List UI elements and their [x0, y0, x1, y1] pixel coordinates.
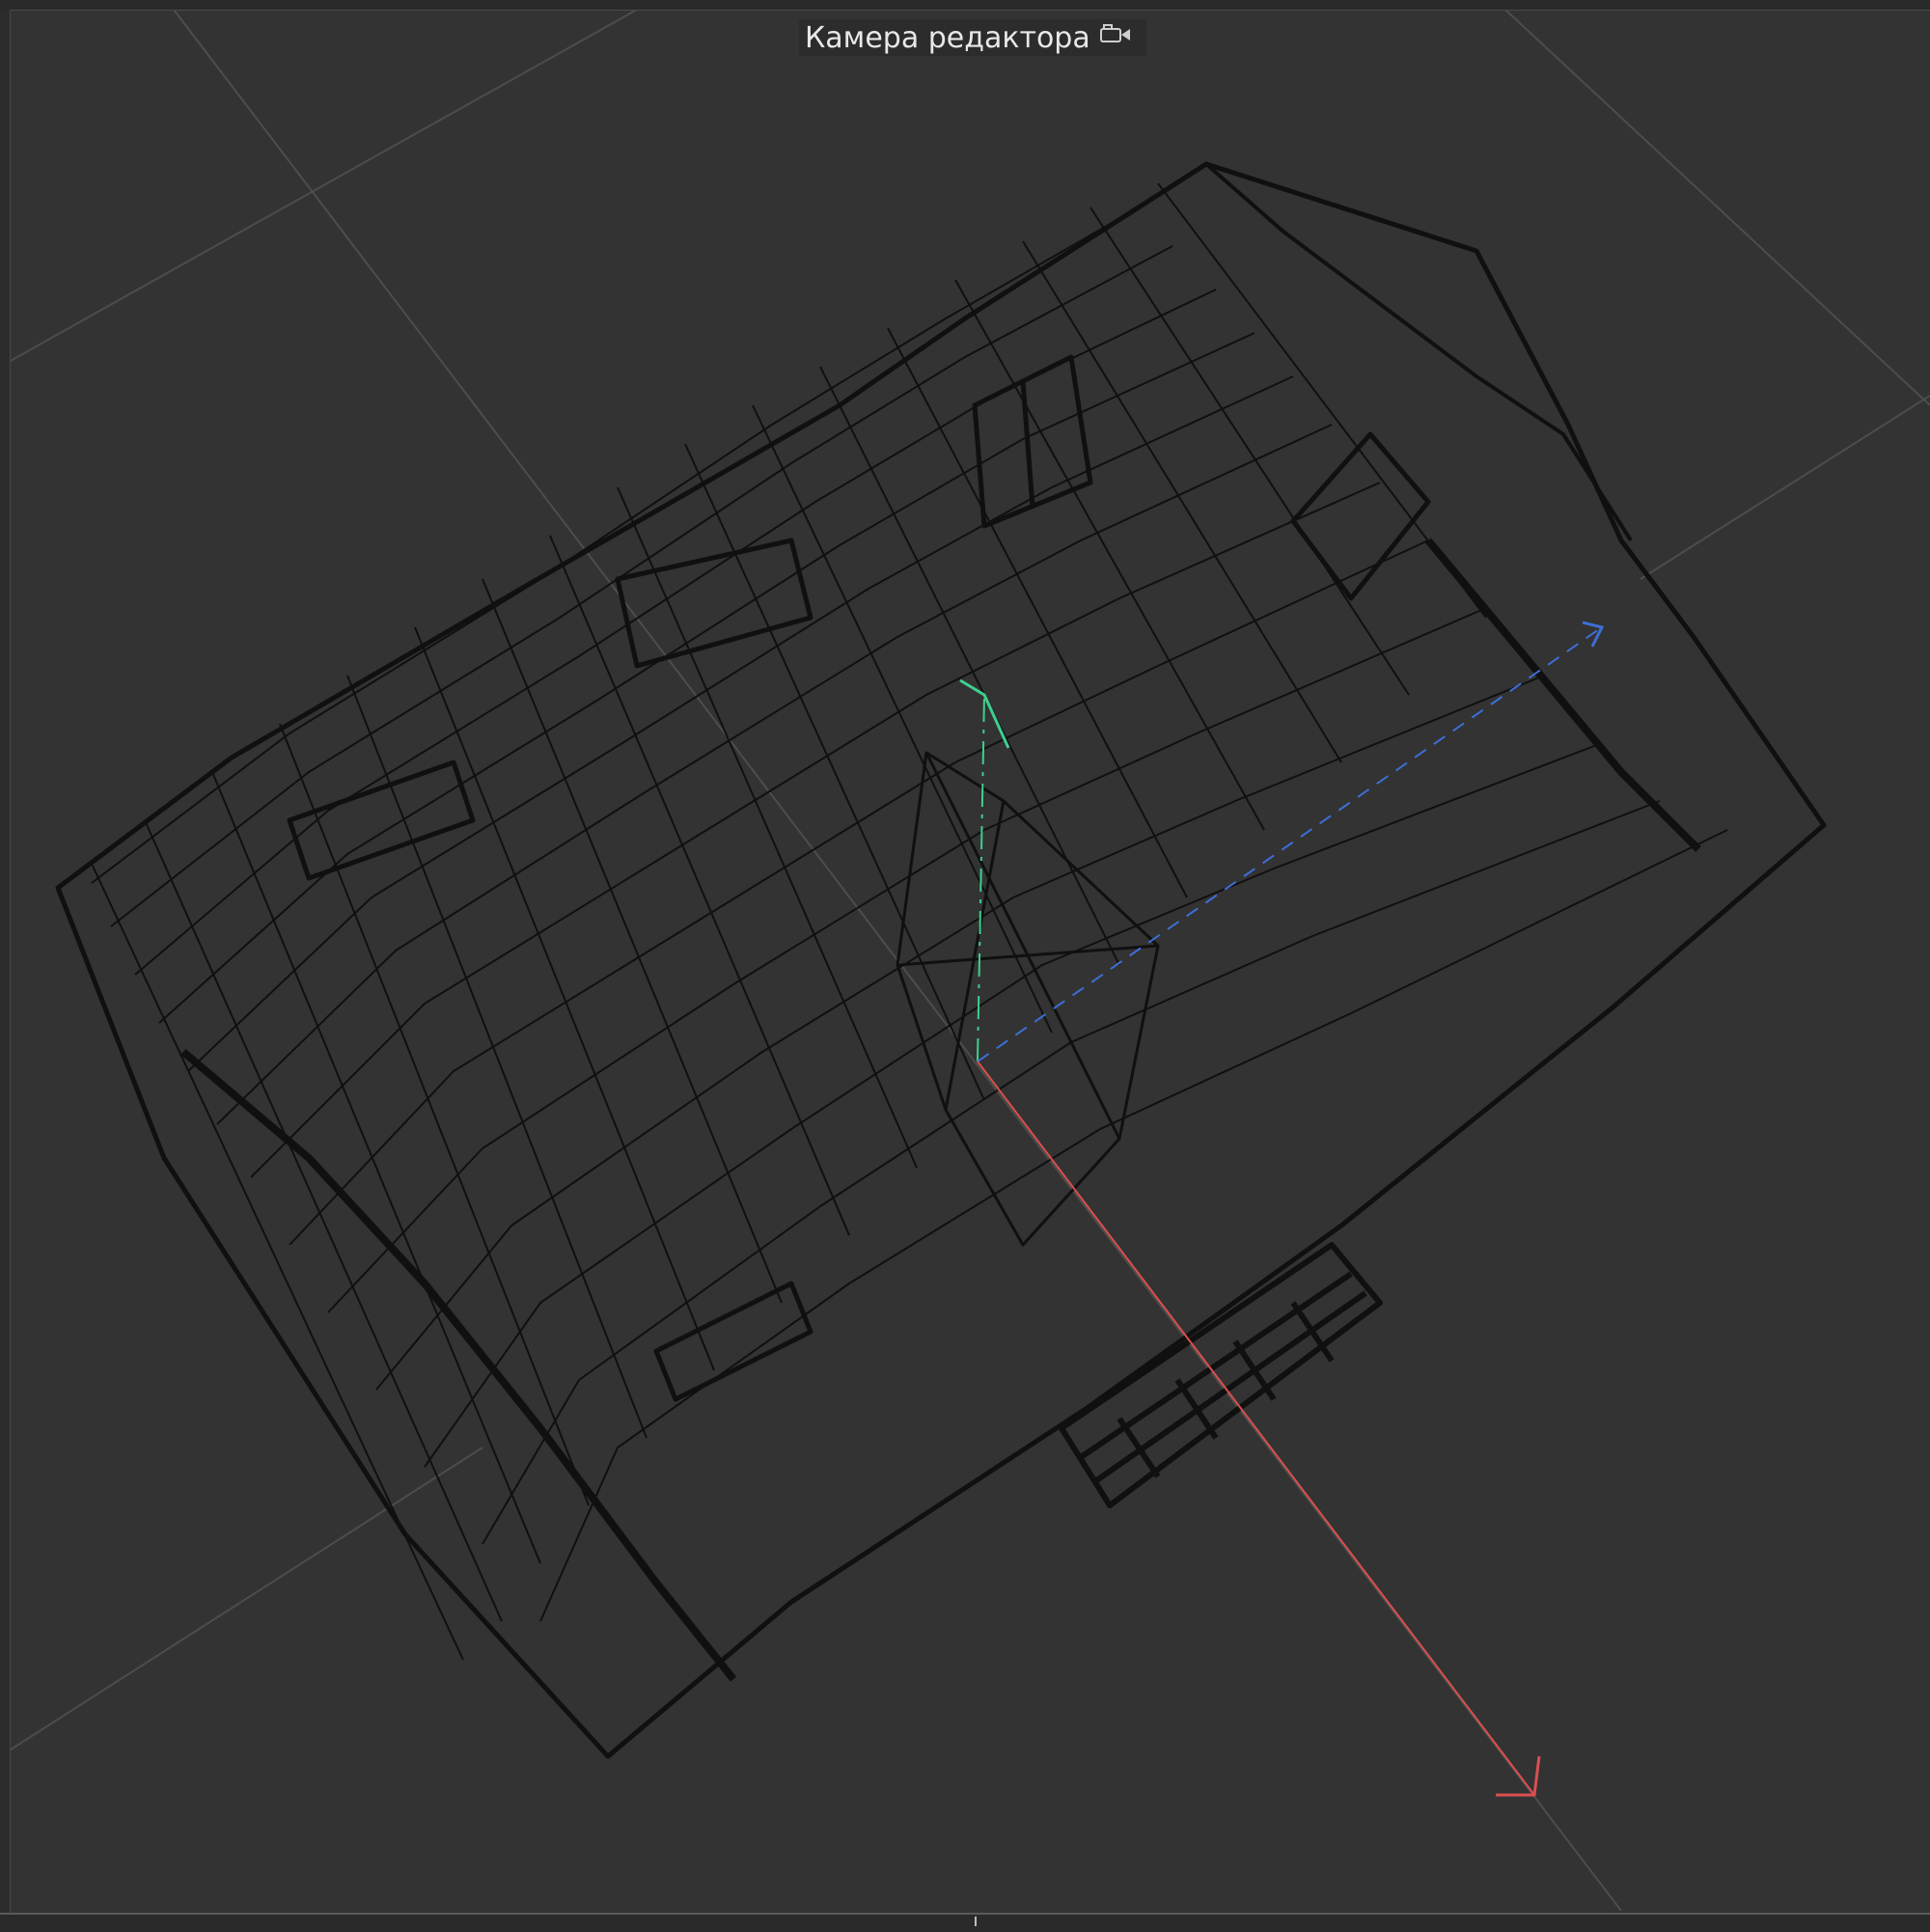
- porch-steps: [1059, 1242, 1383, 1508]
- dormer-windows: [287, 354, 1431, 1402]
- scene-canvas[interactable]: [0, 0, 1930, 1930]
- camera-selector[interactable]: Камера редактора: [799, 19, 1146, 56]
- viewport-bottom-bar[interactable]: [0, 1913, 1930, 1932]
- center-structure: [896, 751, 1160, 1247]
- roof-ridge: [1204, 162, 1633, 542]
- house-wireframe[interactable]: [55, 161, 1827, 1759]
- camera-label-text: Камера редактора: [805, 20, 1090, 55]
- roof-ribs: [91, 182, 1487, 1661]
- edge-rails: [180, 538, 1701, 1682]
- house-outline: [55, 161, 1827, 1759]
- editor-viewport[interactable]: Камера редактора: [0, 0, 1930, 1932]
- roof-bands: [91, 207, 1728, 1622]
- camera-icon: [1098, 21, 1133, 55]
- timeline-marker: [975, 1917, 977, 1926]
- viewport-top-edge: [0, 0, 1930, 11]
- viewport-left-edge: [0, 10, 11, 1925]
